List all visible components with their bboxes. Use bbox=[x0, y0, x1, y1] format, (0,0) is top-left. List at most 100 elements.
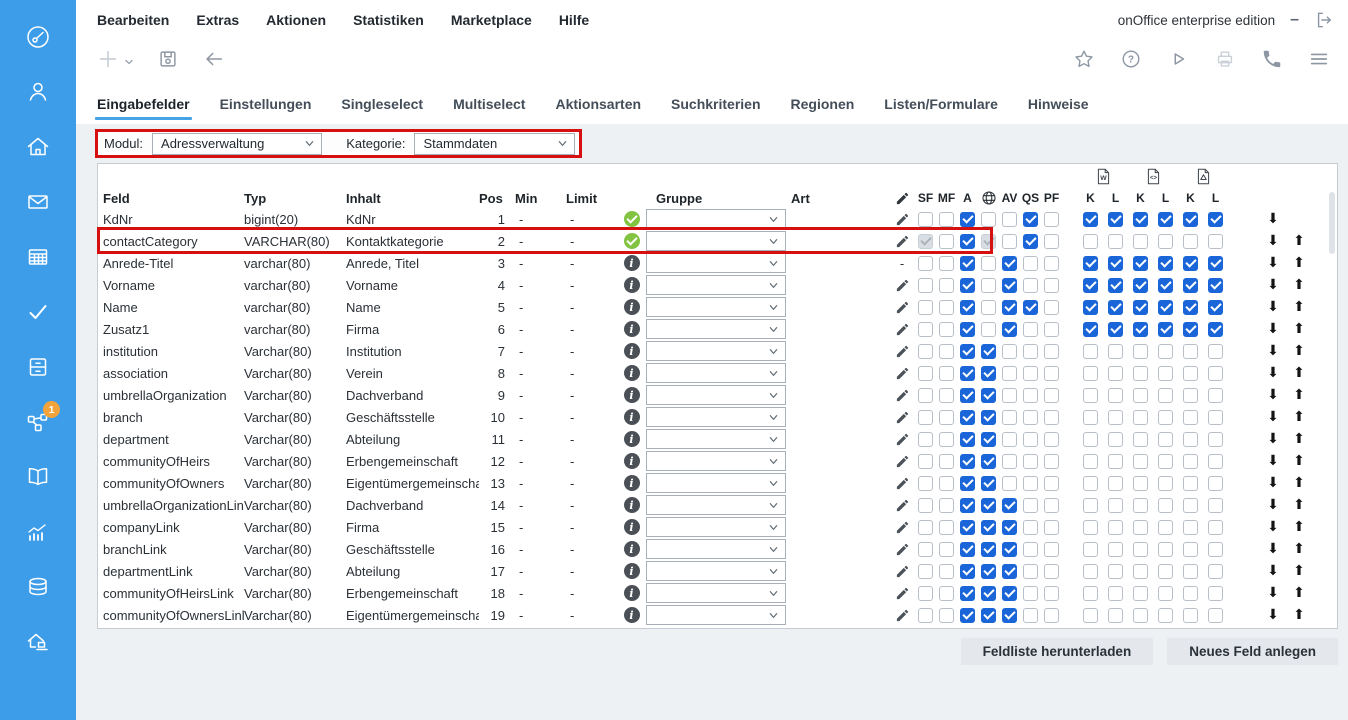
checkbox-k-code[interactable] bbox=[1128, 450, 1153, 472]
menu-hamburger-icon[interactable] bbox=[1308, 48, 1330, 70]
checkbox-k-code-checked[interactable] bbox=[1133, 256, 1148, 271]
checkbox-mf[interactable] bbox=[939, 212, 954, 227]
edit-button[interactable] bbox=[889, 362, 915, 384]
checkbox-l-code[interactable] bbox=[1153, 516, 1178, 538]
checkbox-sf[interactable] bbox=[915, 450, 936, 472]
menu-bearbeiten[interactable]: Bearbeiten bbox=[97, 12, 169, 28]
checkbox-l-pdf-checked[interactable] bbox=[1208, 212, 1223, 227]
checkbox-globe[interactable] bbox=[978, 516, 999, 538]
edit-button[interactable] bbox=[889, 230, 915, 252]
checkbox-sf[interactable] bbox=[918, 542, 933, 557]
checkbox-pf[interactable] bbox=[1041, 340, 1062, 362]
checkbox-l-word[interactable] bbox=[1103, 274, 1128, 296]
move-down-button[interactable]: ⬇ bbox=[1260, 472, 1286, 494]
email-icon[interactable] bbox=[25, 189, 51, 215]
checkbox-l-word[interactable] bbox=[1103, 494, 1128, 516]
checkbox-mf[interactable] bbox=[939, 300, 954, 315]
checkbox-av[interactable] bbox=[999, 604, 1020, 626]
move-down-button[interactable]: ⬇ bbox=[1260, 538, 1286, 560]
tab-eingabefelder[interactable]: Eingabefelder bbox=[97, 96, 190, 112]
checkbox-av[interactable] bbox=[999, 274, 1020, 296]
checkbox-sf[interactable] bbox=[918, 476, 933, 491]
checkbox-k-code[interactable] bbox=[1133, 564, 1148, 579]
checkbox-sf[interactable] bbox=[915, 340, 936, 362]
checkbox-pf[interactable] bbox=[1044, 278, 1059, 293]
checkbox-k-pdf-checked[interactable] bbox=[1183, 256, 1198, 271]
checkbox-l-word[interactable] bbox=[1108, 388, 1123, 403]
checkbox-av[interactable] bbox=[999, 516, 1020, 538]
checkbox-qs[interactable] bbox=[1023, 542, 1038, 557]
move-down-button[interactable]: ⬇ bbox=[1260, 252, 1286, 274]
checkbox-mf[interactable] bbox=[939, 608, 954, 623]
checkbox-k-code[interactable] bbox=[1133, 498, 1148, 513]
checkbox-av-checked[interactable] bbox=[1002, 608, 1017, 623]
checkbox-k-pdf[interactable] bbox=[1183, 586, 1198, 601]
checkbox-k-pdf-checked[interactable] bbox=[1183, 278, 1198, 293]
checkbox-k-word[interactable] bbox=[1078, 450, 1103, 472]
checkbox-av[interactable] bbox=[999, 362, 1020, 384]
checkbox-l-word[interactable] bbox=[1103, 450, 1128, 472]
checkbox-qs[interactable] bbox=[1020, 318, 1041, 340]
checkbox-globe[interactable] bbox=[978, 252, 999, 274]
checkbox-l-code[interactable] bbox=[1153, 274, 1178, 296]
checkbox-l-word[interactable] bbox=[1108, 366, 1123, 381]
checkbox-globe[interactable] bbox=[978, 428, 999, 450]
checkbox-k-word[interactable] bbox=[1078, 208, 1103, 230]
checkbox-l-word[interactable] bbox=[1103, 560, 1128, 582]
checkbox-a-checked[interactable] bbox=[960, 454, 975, 469]
checkbox-av[interactable] bbox=[1002, 476, 1017, 491]
checkbox-qs[interactable] bbox=[1023, 586, 1038, 601]
checkbox-k-code-checked[interactable] bbox=[1133, 212, 1148, 227]
checkbox-l-word-checked[interactable] bbox=[1108, 322, 1123, 337]
checkbox-a-checked[interactable] bbox=[960, 520, 975, 535]
checkbox-k-code[interactable] bbox=[1128, 340, 1153, 362]
checkbox-k-code[interactable] bbox=[1128, 604, 1153, 626]
checkbox-k-pdf[interactable] bbox=[1178, 406, 1203, 428]
checkbox-k-word[interactable] bbox=[1083, 410, 1098, 425]
checkbox-globe-checked[interactable] bbox=[981, 388, 996, 403]
checkbox-qs[interactable] bbox=[1020, 340, 1041, 362]
checkbox-l-pdf[interactable] bbox=[1208, 432, 1223, 447]
checkbox-k-code-checked[interactable] bbox=[1133, 322, 1148, 337]
tab-einstellungen[interactable]: Einstellungen bbox=[220, 96, 312, 112]
contacts-icon[interactable] bbox=[25, 79, 51, 105]
checkbox-sf[interactable] bbox=[918, 432, 933, 447]
checkbox-mf[interactable] bbox=[936, 384, 957, 406]
checkbox-l-pdf[interactable] bbox=[1208, 366, 1223, 381]
checkbox-l-pdf[interactable] bbox=[1203, 362, 1228, 384]
checkbox-globe[interactable] bbox=[978, 538, 999, 560]
checkbox-k-pdf[interactable] bbox=[1178, 538, 1203, 560]
checkbox-pf[interactable] bbox=[1041, 560, 1062, 582]
move-down-button[interactable]: ⬇ bbox=[1260, 362, 1286, 384]
checkbox-k-pdf[interactable] bbox=[1178, 340, 1203, 362]
edit-button[interactable] bbox=[889, 274, 915, 296]
checkbox-qs-checked[interactable] bbox=[1023, 212, 1038, 227]
checkbox-sf[interactable] bbox=[918, 454, 933, 469]
gruppe-select[interactable] bbox=[646, 275, 786, 295]
checkbox-k-pdf[interactable] bbox=[1183, 432, 1198, 447]
checkbox-l-pdf[interactable] bbox=[1208, 498, 1223, 513]
checkbox-mf[interactable] bbox=[939, 410, 954, 425]
checkbox-globe-checked[interactable] bbox=[981, 564, 996, 579]
tab-hinweise[interactable]: Hinweise bbox=[1028, 96, 1089, 112]
checkbox-pf[interactable] bbox=[1041, 208, 1062, 230]
checkbox-mf[interactable] bbox=[936, 406, 957, 428]
checkbox-pf[interactable] bbox=[1044, 564, 1059, 579]
checkbox-pf[interactable] bbox=[1041, 274, 1062, 296]
knowledge-book-icon[interactable] bbox=[25, 464, 51, 490]
checkbox-l-code[interactable] bbox=[1153, 450, 1178, 472]
checkbox-sf[interactable] bbox=[918, 212, 933, 227]
checkbox-k-code[interactable] bbox=[1133, 520, 1148, 535]
checkbox-av[interactable] bbox=[999, 318, 1020, 340]
checkbox-l-word[interactable] bbox=[1103, 252, 1128, 274]
checkbox-k-code[interactable] bbox=[1128, 472, 1153, 494]
checkbox-k-word[interactable] bbox=[1078, 604, 1103, 626]
checkbox-qs[interactable] bbox=[1023, 322, 1038, 337]
checkbox-pf[interactable] bbox=[1041, 472, 1062, 494]
checkbox-a[interactable] bbox=[957, 384, 978, 406]
checkbox-pf[interactable] bbox=[1041, 538, 1062, 560]
play-icon[interactable] bbox=[1167, 48, 1189, 70]
checkbox-l-word[interactable] bbox=[1108, 410, 1123, 425]
checkbox-k-word[interactable] bbox=[1078, 384, 1103, 406]
checkbox-k-pdf[interactable] bbox=[1178, 494, 1203, 516]
